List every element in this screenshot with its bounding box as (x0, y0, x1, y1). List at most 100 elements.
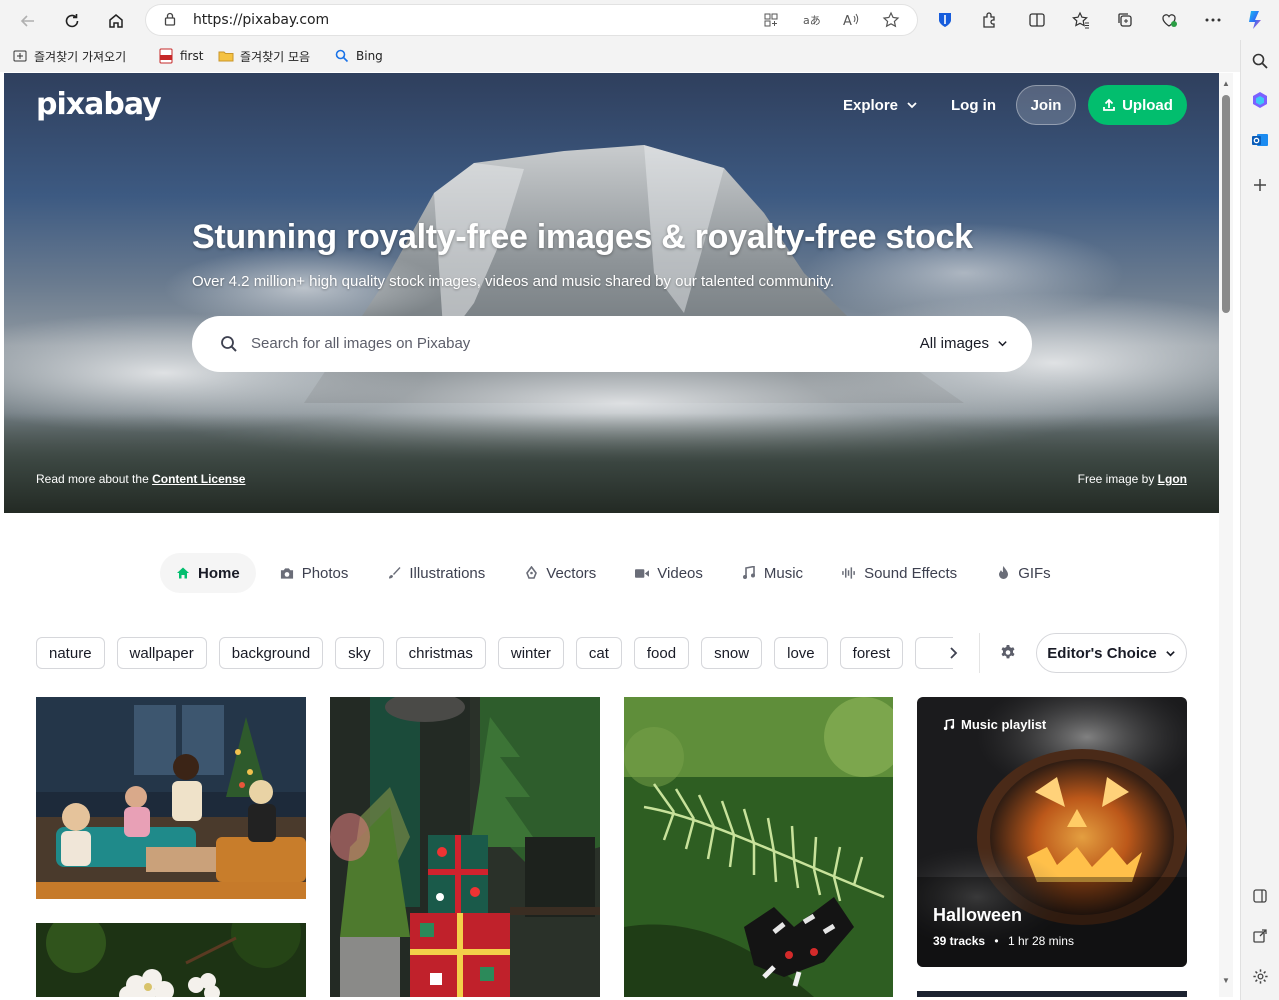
tab-illustrations[interactable]: Illustrations (371, 553, 501, 593)
tags-next-button[interactable] (942, 642, 964, 664)
favorite-label: 즐겨찾기 가져오기 (34, 49, 127, 64)
pdf-icon (159, 48, 173, 64)
tab-vectors[interactable]: Vectors (508, 553, 612, 593)
license-note: Read more about the Content License (36, 472, 245, 486)
extensions-puzzle-icon[interactable] (978, 9, 1000, 31)
sidebar-search-icon[interactable] (1250, 51, 1270, 71)
music-playlist-card[interactable]: Music playlist Halloween 39 tracks • 1 h… (917, 697, 1187, 967)
favorite-label: 즐겨찾기 모음 (240, 49, 311, 64)
image-tile-christmas-living-room[interactable] (36, 697, 306, 899)
favorites-star-icon[interactable] (1070, 9, 1092, 31)
hero-search-bar[interactable]: Search for all images on Pixabay All ima… (192, 316, 1032, 372)
favorite-label: first (180, 49, 204, 63)
login-link[interactable]: Log in (951, 85, 996, 125)
sidebar-panel-icon[interactable] (1250, 886, 1270, 906)
photo-christmas-gifts (330, 697, 600, 997)
collections-icon[interactable] (1114, 9, 1136, 31)
read-aloud-icon[interactable]: A (842, 11, 860, 29)
bitwarden-shield-icon[interactable] (934, 9, 956, 31)
folder-icon (218, 51, 234, 62)
tab-sound-effects[interactable]: Sound Effects (826, 553, 973, 593)
sidebar-outlook-icon[interactable] (1250, 130, 1270, 150)
music-note-icon (742, 566, 756, 580)
tag-chip[interactable]: cat (575, 637, 622, 669)
home-icon (176, 566, 190, 580)
pen-tool-icon (524, 566, 538, 580)
flame-icon (996, 566, 1010, 580)
image-tile-butterfly-fern[interactable] (624, 697, 893, 997)
credit-author-link[interactable]: Lgon (1158, 472, 1187, 486)
tag-chip[interactable]: wallpaper (116, 637, 207, 669)
favorite-first[interactable]: first (158, 46, 203, 66)
favorite-folder[interactable]: 즐겨찾기 모음 (218, 46, 310, 66)
more-options-icon[interactable] (1202, 9, 1224, 31)
tags-divider (979, 633, 980, 673)
photo-christmas-living-room (36, 697, 306, 899)
tab-home[interactable]: Home (160, 553, 256, 593)
scroll-down-icon[interactable]: ▼ (1222, 976, 1230, 985)
hero-subtitle: Over 4.2 million+ high quality stock ima… (192, 273, 835, 290)
upload-label: Upload (1122, 96, 1173, 114)
favorite-import[interactable]: 즐겨찾기 가져오기 (12, 46, 126, 66)
tab-videos[interactable]: Videos (619, 553, 719, 593)
filter-settings-gear-icon[interactable] (998, 643, 1018, 663)
scroll-thumb[interactable] (1222, 95, 1230, 313)
playlist-type-label: Music playlist (961, 717, 1047, 732)
explore-menu[interactable]: Explore (843, 85, 918, 125)
tag-chip[interactable]: sky (335, 637, 384, 669)
tag-chip[interactable]: forest (839, 637, 904, 669)
tag-chip[interactable]: nature (36, 637, 105, 669)
sort-dropdown[interactable]: Editor's Choice (1036, 633, 1187, 673)
search-input[interactable]: Search for all images on Pixabay (251, 335, 470, 352)
image-tile-partial[interactable] (917, 991, 1187, 997)
copilot-icon[interactable] (1245, 9, 1267, 31)
home-browser-icon[interactable] (103, 8, 129, 34)
sidebar-external-icon[interactable] (1250, 926, 1270, 946)
tab-label: Vectors (546, 564, 597, 582)
tab-label: Home (198, 564, 240, 582)
tag-chip[interactable]: food (633, 637, 690, 669)
browser-sidebar (1240, 40, 1279, 1000)
scroll-up-icon[interactable]: ▲ (1222, 79, 1230, 88)
tag-chip[interactable]: love (774, 637, 828, 669)
chevron-right-icon (950, 647, 958, 659)
playlist-tracks: 39 tracks (933, 934, 986, 948)
star-icon[interactable] (882, 11, 900, 29)
chevron-down-icon (1165, 650, 1175, 657)
tag-chip[interactable]: snow (701, 637, 763, 669)
image-tile-blossom[interactable] (36, 923, 306, 997)
sidebar-m365-icon[interactable] (1250, 90, 1270, 110)
tab-photos[interactable]: Photos (264, 553, 365, 593)
pixabay-logo[interactable]: pixabay (36, 87, 162, 122)
favorite-bing[interactable]: Bing (334, 46, 383, 66)
refresh-icon[interactable] (59, 8, 85, 34)
explore-label: Explore (843, 96, 899, 114)
tag-chip[interactable]: christmas (395, 637, 486, 669)
tab-label: GIFs (1018, 564, 1051, 582)
tab-gifs[interactable]: GIFs (980, 553, 1067, 593)
page-scrollbar[interactable]: ▲ ▼ (1219, 73, 1233, 997)
browser-essentials-icon[interactable] (1158, 9, 1180, 31)
back-icon[interactable] (15, 8, 41, 34)
import-favorites-icon (13, 50, 27, 62)
content-license-link[interactable]: Content License (152, 472, 245, 486)
meta-separator: • (994, 934, 999, 948)
tab-label: Photos (301, 564, 349, 582)
app-grid-icon[interactable] (762, 11, 780, 29)
tab-music[interactable]: Music (726, 553, 819, 593)
brush-icon (387, 566, 401, 580)
address-bar[interactable]: https://pixabay.com aあ A (146, 5, 917, 35)
upload-button[interactable]: Upload (1088, 85, 1187, 125)
join-button[interactable]: Join (1016, 85, 1076, 125)
tag-chip[interactable]: winter (497, 637, 564, 669)
sidebar-settings-icon[interactable] (1250, 966, 1270, 986)
split-screen-icon[interactable] (1026, 9, 1048, 31)
translate-icon[interactable]: aあ (802, 11, 820, 29)
tag-chip[interactable]: background (218, 637, 324, 669)
image-tile-christmas-gifts[interactable] (330, 697, 600, 997)
search-scope-dropdown[interactable]: All images (920, 335, 1008, 352)
playlist-type-badge: Music playlist (943, 717, 1046, 732)
sidebar-add-icon[interactable] (1250, 175, 1270, 195)
music-note-icon (943, 718, 955, 730)
browser-toolbar: https://pixabay.com aあ A (0, 0, 1279, 40)
